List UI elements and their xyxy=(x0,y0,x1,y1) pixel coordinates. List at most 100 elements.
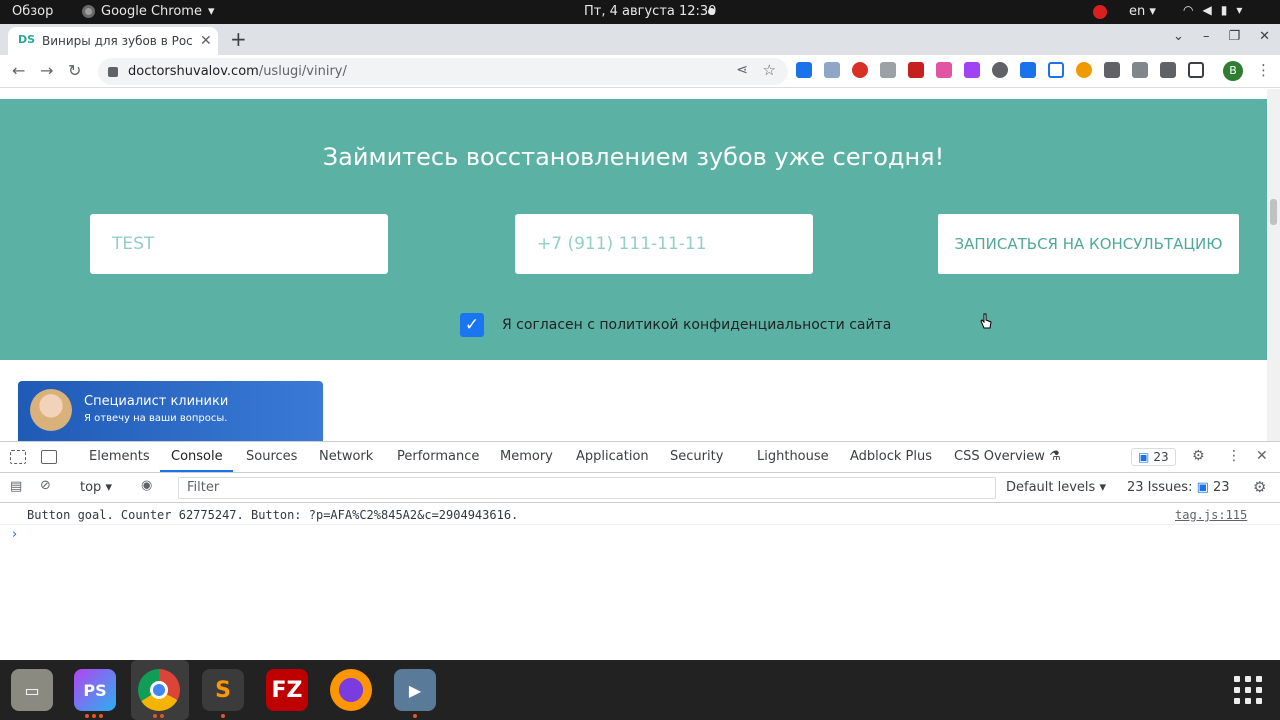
devtools-tab-lighthouse[interactable]: Lighthouse xyxy=(757,449,829,464)
message-icon: ▣ xyxy=(1138,450,1150,464)
sidebar-toggle-icon[interactable]: ▤ xyxy=(10,479,22,494)
issues-label: 23 Issues: xyxy=(1127,480,1193,495)
scrollbar-thumb[interactable] xyxy=(1270,199,1277,225)
side-panel-icon[interactable] xyxy=(1188,62,1204,78)
devtools-tab-application[interactable]: Application xyxy=(576,449,649,464)
extensions-puzzle-icon[interactable] xyxy=(1104,62,1120,78)
clear-console-icon[interactable]: ⊘ xyxy=(40,478,51,493)
reload-icon[interactable]: ↻ xyxy=(68,61,81,80)
chrome-menu-icon[interactable]: ⋮ xyxy=(1256,61,1271,79)
url-domain: doctorshuvalov.com xyxy=(128,64,259,79)
camera-icon[interactable] xyxy=(880,62,896,78)
extension-wave-icon[interactable] xyxy=(824,62,840,78)
page-scrollbar[interactable] xyxy=(1267,89,1280,441)
consent-checkbox[interactable]: ✓ xyxy=(460,313,484,337)
issues-badge[interactable]: ▣ 23 xyxy=(1131,448,1176,466)
extension-color-icon[interactable] xyxy=(936,62,952,78)
address-bar[interactable]: doctorshuvalov.com/uslugi/viniry/ ⋖ ☆ xyxy=(98,58,788,85)
adblock-icon[interactable] xyxy=(852,62,868,78)
more-options-icon[interactable]: ⋮ xyxy=(1227,448,1241,464)
wifi-icon: ◠ xyxy=(1183,3,1194,17)
issues-counter[interactable]: 23 Issues: ▣ 23 xyxy=(1127,480,1230,495)
filezilla-app-icon[interactable]: FZ xyxy=(266,669,308,711)
consultation-button[interactable]: ЗАПИСАТЬСЯ НА КОНСУЛЬТАЦИЮ xyxy=(938,214,1239,274)
language-switcher[interactable]: en ▾ xyxy=(1129,4,1156,19)
settings-gear-icon[interactable]: ⚙ xyxy=(1192,448,1205,464)
console-prompt-icon[interactable]: › xyxy=(12,527,17,542)
record-indicator-icon[interactable] xyxy=(1093,5,1107,19)
devtools-tab-css-overview[interactable]: CSS Overview ⚗ xyxy=(954,449,1061,464)
close-devtools-icon[interactable]: ✕ xyxy=(1256,448,1268,464)
new-tab-button[interactable]: + xyxy=(230,27,247,51)
context-selector[interactable]: top ▾ xyxy=(80,480,112,495)
console-filter-input[interactable]: Filter xyxy=(178,477,996,499)
download-icon[interactable] xyxy=(1160,62,1176,78)
phone-input[interactable]: +7 (911) 111-11-11 xyxy=(515,214,813,274)
show-applications-icon[interactable] xyxy=(1234,676,1262,704)
maximize-icon[interactable]: ❐ xyxy=(1228,29,1240,44)
name-input[interactable]: TEST xyxy=(90,214,388,274)
devtools-tab-performance[interactable]: Performance xyxy=(397,449,479,464)
inspect-element-icon[interactable] xyxy=(10,450,26,464)
issues-badge-count: 23 xyxy=(1153,450,1169,464)
log-levels-dropdown[interactable]: Default levels ▾ xyxy=(1006,480,1106,495)
clock[interactable]: Пт, 4 августа 12:30 xyxy=(584,4,716,19)
devtools-tab-bar: Elements Console Sources Network Perform… xyxy=(0,442,1280,473)
close-tab-icon[interactable]: ✕ xyxy=(200,33,212,49)
specialist-subtitle: Я отвечу на ваши вопросы. xyxy=(84,413,228,424)
devtools-tab-console[interactable]: Console xyxy=(171,449,223,464)
extension-pen-icon[interactable] xyxy=(964,62,980,78)
chrome-icon xyxy=(82,5,95,18)
profile-avatar[interactable]: В xyxy=(1223,61,1243,81)
console-toolbar: ▤ ⊘ top ▾ ◉ Filter Default levels ▾ 23 I… xyxy=(0,473,1280,503)
bookmark-star-icon[interactable]: ☆ xyxy=(763,61,776,79)
video-editor-app-icon[interactable]: ▶ xyxy=(394,669,436,711)
extension-flag-icon[interactable] xyxy=(796,62,812,78)
chrome-app-icon[interactable] xyxy=(138,669,180,711)
firefox-app-icon[interactable] xyxy=(330,669,372,711)
share-icon[interactable]: ⋖ xyxy=(736,62,748,78)
url-path: /uslugi/viniry/ xyxy=(258,64,347,79)
devtools-panel: Elements Console Sources Network Perform… xyxy=(0,441,1280,660)
extension-cookie-icon[interactable] xyxy=(908,62,924,78)
consent-label[interactable]: Я согласен с политикой конфиденциальност… xyxy=(502,317,891,333)
device-toolbar-icon[interactable] xyxy=(41,450,57,464)
devtools-tab-network[interactable]: Network xyxy=(319,449,373,464)
console-settings-icon[interactable]: ⚙ xyxy=(1253,478,1266,496)
lock-icon[interactable] xyxy=(108,66,118,77)
devtools-tab-sources[interactable]: Sources xyxy=(246,449,297,464)
back-icon[interactable]: ← xyxy=(12,61,25,80)
activities-button[interactable]: Обзор xyxy=(12,4,53,19)
section-heading: Займитесь восстановлением зубов уже сего… xyxy=(322,143,945,171)
phpstorm-app-icon[interactable]: PS xyxy=(74,669,116,711)
consent-row[interactable]: ✓ Я согласен с политикой конфиденциально… xyxy=(460,313,891,337)
extension-circle-icon[interactable] xyxy=(992,62,1008,78)
site-favicon-icon: DS xyxy=(18,33,36,46)
live-expression-eye-icon[interactable]: ◉ xyxy=(141,478,152,493)
specialist-chat-widget[interactable]: Специалист клиники Я отвечу на ваши вопр… xyxy=(18,381,323,441)
reading-list-icon[interactable] xyxy=(1132,62,1148,78)
tab-strip: DS Виниры для зубов в Рост ✕ + ⌄ – ❐ ✕ xyxy=(0,24,1280,55)
sublime-text-app-icon[interactable]: S xyxy=(202,669,244,711)
forward-icon[interactable]: → xyxy=(40,61,53,80)
files-app-icon[interactable]: ▭ xyxy=(11,669,53,711)
extension-balls-icon[interactable] xyxy=(1076,62,1092,78)
devtools-tab-memory[interactable]: Memory xyxy=(500,449,553,464)
minimize-icon[interactable]: – xyxy=(1203,29,1210,44)
console-message-source-link[interactable]: tag.js:115 xyxy=(1175,508,1247,522)
issues-count: 23 xyxy=(1213,480,1230,495)
app-menu[interactable]: Google Chrome ▾ xyxy=(82,4,215,19)
devtools-tab-elements[interactable]: Elements xyxy=(89,449,150,464)
browser-tab[interactable]: DS Виниры для зубов в Рост ✕ xyxy=(8,27,218,55)
devtools-tab-security[interactable]: Security xyxy=(670,449,723,464)
running-indicator xyxy=(221,714,225,718)
close-window-icon[interactable]: ✕ xyxy=(1259,29,1270,44)
app-name: Google Chrome xyxy=(101,4,202,19)
tab-search-icon[interactable]: ⌄ xyxy=(1173,29,1184,44)
log-levels-label: Default levels xyxy=(1006,480,1096,495)
devtools-tab-adblock-plus[interactable]: Adblock Plus xyxy=(850,449,932,464)
power-menu-icon: ▾ xyxy=(1236,3,1243,17)
screenshot-icon[interactable] xyxy=(1048,62,1064,78)
extension-tool-icon[interactable] xyxy=(1020,62,1036,78)
system-tray[interactable]: ◠ ◀ ▮ ▾ xyxy=(1183,3,1242,17)
